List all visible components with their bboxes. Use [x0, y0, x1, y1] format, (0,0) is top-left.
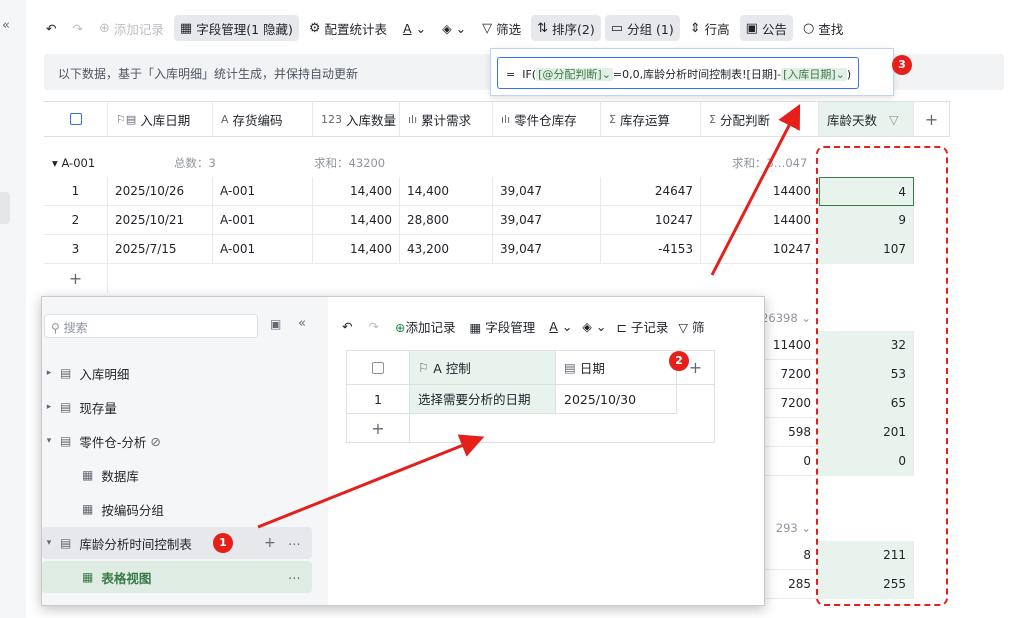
arrow-1-to-2	[257, 434, 485, 529]
arrow-2-to-3	[710, 103, 801, 276]
app-window: « ↶ ↷ ⊕ 添加记录 ▦ 字段管理(1 隐藏) ⚙ 配置统计表 A ⌄ ◈ ⌄ ▽…	[0, 0, 1024, 618]
annotation-arrows	[257, 103, 801, 529]
